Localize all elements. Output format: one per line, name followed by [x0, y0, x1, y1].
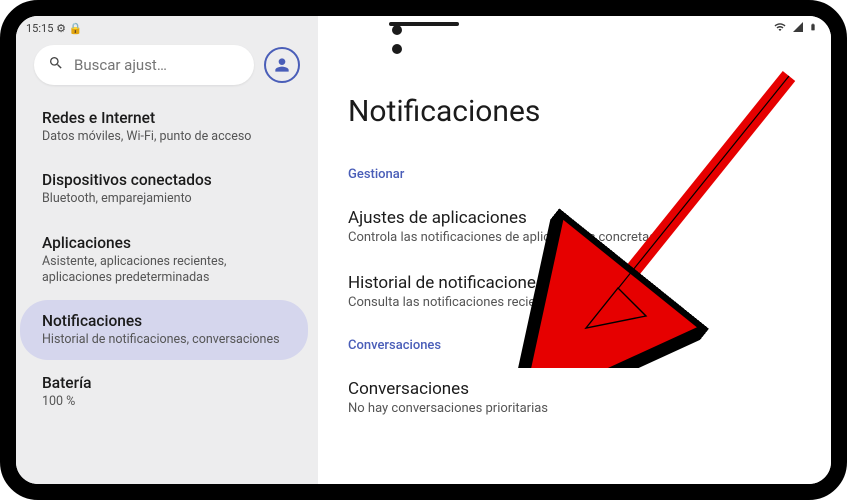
row-conversations[interactable]: Conversaciones No hay conversaciones pri…: [348, 369, 801, 434]
settings-sidebar: 15:15 ⚙ 🔒 Redes e Internet: [16, 16, 318, 484]
row-subtitle: Controla las notificaciones de aplicacio…: [348, 230, 801, 245]
page-title: Notificaciones: [348, 94, 801, 129]
sidebar-item-network[interactable]: Redes e Internet Datos móviles, Wi-Fi, p…: [20, 97, 312, 157]
row-subtitle: No hay conversaciones prioritarias: [348, 401, 801, 416]
sidebar-item-subtitle: 100 %: [42, 394, 294, 410]
battery-icon: [809, 20, 817, 37]
gear-icon: ⚙: [56, 22, 66, 35]
row-app-settings[interactable]: Ajustes de aplicaciones Controla las not…: [348, 198, 801, 263]
sidebar-item-subtitle: Historial de notificaciones, conversacio…: [42, 332, 290, 348]
sidebar-item-notifications[interactable]: Notificaciones Historial de notificacion…: [20, 300, 308, 360]
lock-icon: 🔒: [69, 22, 83, 35]
sidebar-item-subtitle: Datos móviles, Wi-Fi, punto de acceso: [42, 129, 294, 145]
sidebar-item-title: Notificaciones: [42, 312, 290, 330]
row-title: Historial de notificaciones: [348, 273, 801, 293]
signal-icon: [792, 21, 804, 36]
search-input[interactable]: [74, 56, 240, 74]
row-notification-history[interactable]: Historial de notificaciones Consulta las…: [348, 263, 801, 328]
wifi-icon: [773, 21, 787, 36]
main-content: Notificaciones Gestionar Ajustes de apli…: [318, 16, 831, 484]
sidebar-item-title: Batería: [42, 374, 294, 392]
row-title: Ajustes de aplicaciones: [348, 208, 801, 228]
row-title: Conversaciones: [348, 379, 801, 399]
section-header-conversations: Conversaciones: [348, 338, 801, 353]
status-bar: 15:15 ⚙ 🔒: [16, 16, 318, 38]
section-header-manage: Gestionar: [348, 167, 801, 182]
sidebar-item-title: Aplicaciones: [42, 234, 294, 252]
search-input-container[interactable]: [34, 45, 254, 85]
sidebar-item-subtitle: Bluetooth, emparejamiento: [42, 191, 294, 207]
profile-avatar[interactable]: [264, 47, 300, 83]
sidebar-item-title: Dispositivos conectados: [42, 171, 294, 189]
status-time: 15:15: [26, 22, 53, 35]
row-subtitle: Consulta las notificaciones recientes y …: [348, 295, 801, 310]
sidebar-item-subtitle: Asistente, aplicaciones recientes, aplic…: [42, 254, 294, 287]
sidebar-item-connected-devices[interactable]: Dispositivos conectados Bluetooth, empar…: [20, 159, 312, 219]
sidebar-item-battery[interactable]: Batería 100 %: [20, 362, 312, 422]
sidebar-item-title: Redes e Internet: [42, 109, 294, 127]
search-icon: [48, 55, 64, 75]
sidebar-item-apps[interactable]: Aplicaciones Asistente, aplicaciones rec…: [20, 222, 312, 299]
